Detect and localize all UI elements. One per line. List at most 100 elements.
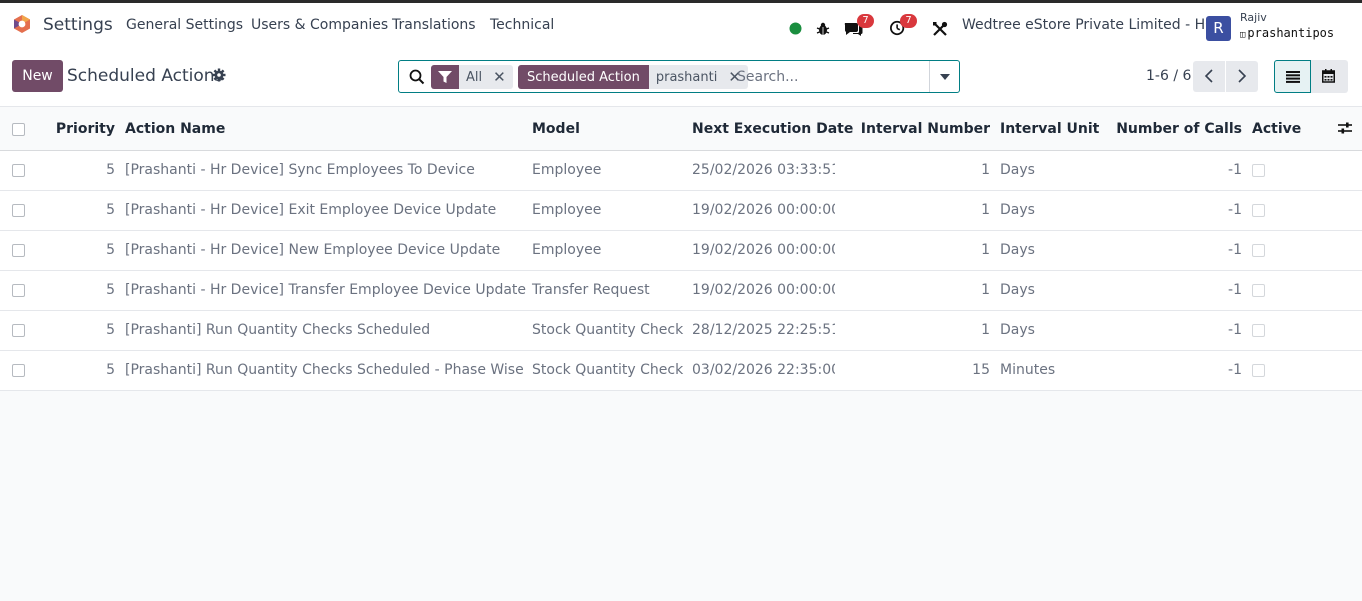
- pager-next-chevron-right-icon[interactable]: [1226, 61, 1258, 92]
- column-header-action-name[interactable]: Action Name: [120, 109, 527, 151]
- row-select-checkbox[interactable]: [12, 283, 25, 297]
- cell-action-name[interactable]: [Prashanti] Run Quantity Checks Schedule…: [120, 310, 527, 351]
- remove-facet-close-icon[interactable]: ✕: [489, 65, 513, 89]
- menu-general-settings[interactable]: General Settings: [126, 17, 243, 33]
- cell-number-of-calls[interactable]: -1: [1075, 310, 1247, 351]
- cell-next-execution-date[interactable]: 19/02/2026 00:00:00: [687, 270, 835, 311]
- menu-translations[interactable]: Translations: [392, 17, 476, 33]
- search-input[interactable]: [737, 65, 927, 89]
- search-options-chevron-down-icon[interactable]: [929, 61, 959, 92]
- cell-priority[interactable]: 5: [37, 310, 120, 351]
- table-row[interactable]: 5 [Prashanti - Hr Device] New Employee De…: [0, 230, 1362, 271]
- pager-previous-chevron-left-icon[interactable]: [1193, 61, 1225, 92]
- cell-next-execution-date[interactable]: 25/02/2026 03:33:51: [687, 150, 835, 191]
- cell-model[interactable]: Stock Quantity Check: [527, 350, 687, 391]
- cell-next-execution-date[interactable]: 19/02/2026 00:00:00: [687, 190, 835, 231]
- menu-technical[interactable]: Technical: [490, 17, 554, 33]
- row-select-checkbox[interactable]: [12, 163, 25, 177]
- table-row[interactable]: 5 [Prashanti] Run Quantity Checks Schedul…: [0, 350, 1362, 391]
- cell-interval-number[interactable]: 1: [835, 270, 995, 311]
- column-header-next-execution-date[interactable]: Next Execution Date: [687, 109, 853, 151]
- cell-interval-unit[interactable]: Days: [995, 150, 1075, 191]
- cell-next-execution-date[interactable]: 28/12/2025 22:25:51: [687, 310, 835, 351]
- cell-active: [1247, 310, 1314, 351]
- cell-spacer: [1314, 190, 1362, 231]
- cell-priority[interactable]: 5: [37, 230, 120, 271]
- calendar-view-icon[interactable]: [1311, 60, 1348, 93]
- cell-model[interactable]: Stock Quantity Check: [527, 310, 687, 351]
- cell-active: [1247, 150, 1314, 191]
- cell-interval-unit[interactable]: Days: [995, 230, 1075, 271]
- cell-priority[interactable]: 5: [37, 190, 120, 231]
- cell-model[interactable]: Employee: [527, 190, 687, 231]
- gear-icon[interactable]: [212, 68, 226, 82]
- cell-interval-unit[interactable]: Minutes: [995, 350, 1075, 391]
- list-view-icon[interactable]: [1274, 60, 1311, 93]
- cell-action-name[interactable]: [Prashanti - Hr Device] New Employee Dev…: [120, 230, 527, 271]
- cell-number-of-calls[interactable]: -1: [1075, 270, 1247, 311]
- cell-interval-unit[interactable]: Days: [995, 270, 1075, 311]
- column-header-active[interactable]: Active: [1247, 109, 1314, 151]
- cell-interval-number[interactable]: 15: [835, 350, 995, 391]
- cell-action-name[interactable]: [Prashanti - Hr Device] Transfer Employe…: [120, 270, 527, 311]
- active-checkbox[interactable]: [1252, 243, 1265, 257]
- cell-action-name[interactable]: [Prashanti] Run Quantity Checks Schedule…: [120, 350, 527, 391]
- column-header-model[interactable]: Model: [527, 109, 687, 151]
- user-name[interactable]: Rajiv: [1240, 11, 1267, 24]
- table-row[interactable]: 5 [Prashanti - Hr Device] Exit Employee D…: [0, 190, 1362, 231]
- cell-action-name[interactable]: [Prashanti - Hr Device] Sync Employees T…: [120, 150, 527, 191]
- new-button[interactable]: New: [12, 60, 63, 92]
- optional-columns-toggle[interactable]: [1314, 109, 1362, 151]
- pager-value[interactable]: 1-6 / 6: [1146, 68, 1191, 84]
- cell-number-of-calls[interactable]: -1: [1075, 150, 1247, 191]
- cell-model[interactable]: Employee: [527, 230, 687, 271]
- user-avatar[interactable]: R: [1206, 16, 1231, 41]
- active-checkbox[interactable]: [1252, 363, 1265, 377]
- column-header-interval-unit[interactable]: Interval Unit: [995, 109, 1099, 151]
- active-checkbox[interactable]: [1252, 283, 1265, 297]
- cell-model[interactable]: Employee: [527, 150, 687, 191]
- column-header-interval-number[interactable]: Interval Number: [835, 109, 995, 151]
- active-checkbox[interactable]: [1252, 323, 1265, 337]
- row-select-checkbox[interactable]: [12, 203, 25, 217]
- table-row[interactable]: 5 [Prashanti] Run Quantity Checks Schedul…: [0, 310, 1362, 351]
- cell-next-execution-date[interactable]: 03/02/2026 22:35:00: [687, 350, 835, 391]
- cell-interval-number[interactable]: 1: [835, 190, 995, 231]
- cell-priority[interactable]: 5: [37, 270, 120, 311]
- cell-interval-unit[interactable]: Days: [995, 310, 1075, 351]
- settings-app-logo-icon[interactable]: [12, 14, 32, 34]
- app-title[interactable]: Settings: [43, 15, 113, 35]
- page-title[interactable]: Scheduled Actions: [67, 66, 223, 86]
- menu-users-companies[interactable]: Users & Companies: [251, 17, 388, 33]
- cell-active: [1247, 350, 1314, 391]
- tools-wrench-icon[interactable]: [932, 21, 948, 37]
- active-checkbox[interactable]: [1252, 203, 1265, 217]
- sliders-settings-icon[interactable]: [1338, 122, 1352, 134]
- status-dot-icon[interactable]: [789, 22, 802, 35]
- cell-interval-number[interactable]: 1: [835, 230, 995, 271]
- row-select-checkbox[interactable]: [12, 363, 25, 377]
- row-select-checkbox[interactable]: [12, 323, 25, 337]
- column-header-number-of-calls[interactable]: Number of Calls: [1075, 109, 1247, 151]
- select-all-checkbox-cell: [0, 109, 37, 151]
- company-switcher[interactable]: Wedtree eStore Private Limited - HO: [962, 17, 1216, 33]
- cell-number-of-calls[interactable]: -1: [1075, 230, 1247, 271]
- cell-interval-number[interactable]: 1: [835, 150, 995, 191]
- table-row[interactable]: 5 [Prashanti - Hr Device] Sync Employees …: [0, 150, 1362, 191]
- cell-number-of-calls[interactable]: -1: [1075, 190, 1247, 231]
- cell-priority[interactable]: 5: [37, 350, 120, 391]
- cell-next-execution-date[interactable]: 19/02/2026 00:00:00: [687, 230, 835, 271]
- active-checkbox[interactable]: [1252, 163, 1265, 177]
- cell-interval-number[interactable]: 1: [835, 310, 995, 351]
- cell-model[interactable]: Transfer Request: [527, 270, 687, 311]
- cell-number-of-calls[interactable]: -1: [1075, 350, 1247, 391]
- row-select-checkbox[interactable]: [12, 243, 25, 257]
- column-header-priority[interactable]: Priority: [37, 109, 120, 151]
- cell-interval-unit[interactable]: Days: [995, 190, 1075, 231]
- table-row[interactable]: 5 [Prashanti - Hr Device] Transfer Employ…: [0, 270, 1362, 311]
- cell-priority[interactable]: 5: [37, 150, 120, 191]
- cell-action-name[interactable]: [Prashanti - Hr Device] Exit Employee De…: [120, 190, 527, 231]
- messages-count-badge: 7: [857, 14, 874, 28]
- select-all-checkbox[interactable]: [12, 122, 25, 136]
- debug-bug-icon[interactable]: [816, 21, 830, 37]
